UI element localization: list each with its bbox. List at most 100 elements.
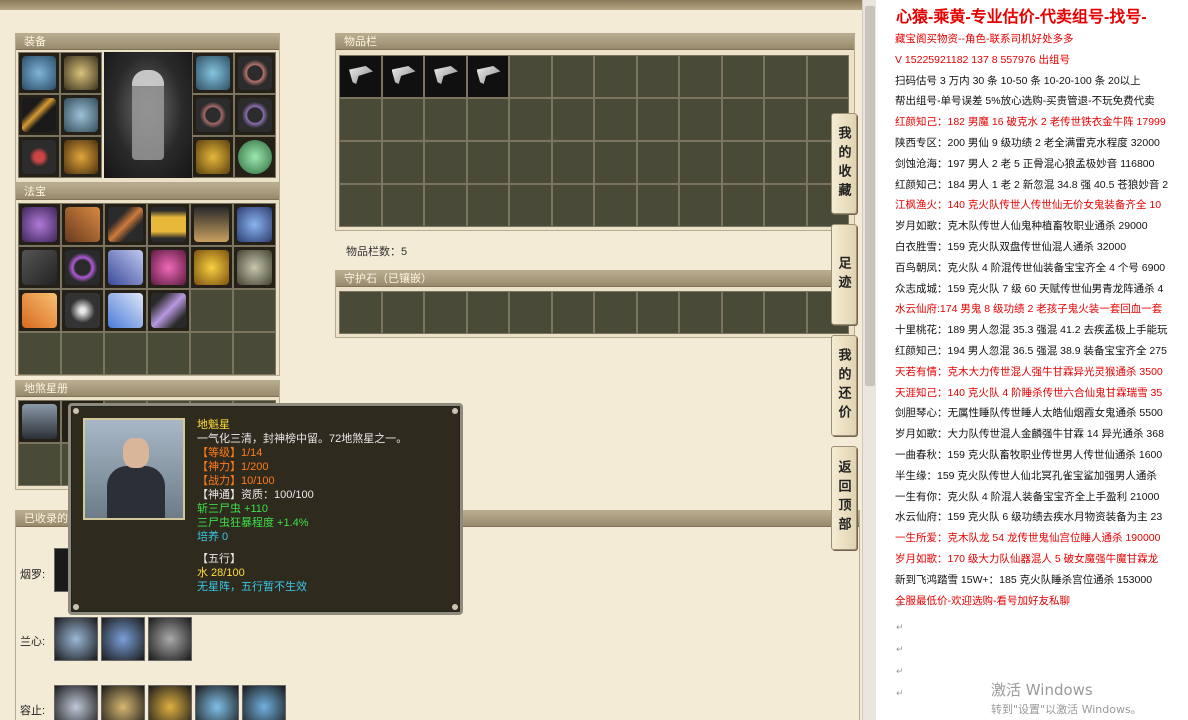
equip-slot-armor[interactable] (60, 94, 102, 136)
inventory-slot[interactable] (636, 98, 679, 141)
inventory-slot[interactable] (764, 55, 807, 98)
equip-slot-ring-2[interactable] (192, 94, 234, 136)
equip-slot-ring-1[interactable] (234, 52, 276, 94)
page-scrollbar[interactable] (862, 0, 876, 720)
inventory-slot[interactable] (594, 55, 637, 98)
inventory-item-4[interactable] (466, 55, 509, 98)
inventory-slot[interactable] (679, 184, 722, 227)
guardian-slot[interactable] (721, 291, 764, 334)
inventory-slot[interactable] (551, 55, 594, 98)
pet-slot[interactable] (101, 617, 145, 661)
scrollbar-thumb[interactable] (865, 6, 875, 386)
equip-slot-helmet[interactable] (18, 52, 60, 94)
guardian-slot[interactable] (424, 291, 467, 334)
inventory-slot[interactable] (466, 98, 509, 141)
inventory-slot[interactable] (594, 184, 637, 227)
guardian-slot[interactable] (381, 291, 424, 334)
inventory-slot[interactable] (466, 141, 509, 184)
fabao-slot-7[interactable] (18, 246, 61, 289)
fabao-slot-5[interactable] (190, 203, 233, 246)
pet-slot[interactable] (195, 685, 239, 720)
inventory-slot[interactable] (764, 184, 807, 227)
inventory-slot[interactable] (806, 55, 849, 98)
equip-slot-hat[interactable] (192, 52, 234, 94)
fabao-slot-20[interactable] (61, 332, 104, 375)
disha-slot-7[interactable] (18, 443, 61, 486)
fabao-slot-4[interactable] (147, 203, 190, 246)
fabao-slot-17[interactable] (190, 289, 233, 332)
pet-slot[interactable] (148, 685, 192, 720)
pet-slot[interactable] (54, 617, 98, 661)
footprint-button[interactable]: 足迹 (831, 224, 857, 325)
fabao-slot-8[interactable] (61, 246, 104, 289)
inventory-slot[interactable] (636, 55, 679, 98)
inventory-slot[interactable] (764, 141, 807, 184)
inventory-slot[interactable] (594, 98, 637, 141)
inventory-slot[interactable] (509, 184, 552, 227)
fabao-slot-1[interactable] (18, 203, 61, 246)
inventory-slot[interactable] (721, 55, 764, 98)
equip-slot-orb[interactable] (234, 136, 276, 178)
equip-slot-ring-3[interactable] (234, 94, 276, 136)
fabao-slot-13[interactable] (18, 289, 61, 332)
fabao-slot-11[interactable] (190, 246, 233, 289)
inventory-item-1[interactable] (339, 55, 382, 98)
fabao-slot-2[interactable] (61, 203, 104, 246)
guardian-slot[interactable] (339, 291, 382, 334)
equip-slot-belt[interactable] (192, 136, 234, 178)
fabao-slot-15[interactable] (104, 289, 147, 332)
guardian-slot[interactable] (466, 291, 509, 334)
guardian-slot[interactable] (551, 291, 594, 334)
back-to-top-button[interactable]: 返回顶部 (831, 446, 857, 550)
fabao-slot-21[interactable] (104, 332, 147, 375)
inventory-item-3[interactable] (424, 55, 467, 98)
inventory-slot[interactable] (424, 98, 467, 141)
fabao-slot-24[interactable] (233, 332, 276, 375)
inventory-slot[interactable] (466, 184, 509, 227)
fabao-slot-19[interactable] (18, 332, 61, 375)
inventory-slot[interactable] (679, 55, 722, 98)
guardian-slot[interactable] (636, 291, 679, 334)
inventory-slot[interactable] (594, 141, 637, 184)
fabao-slot-16[interactable] (147, 289, 190, 332)
inventory-slot[interactable] (636, 141, 679, 184)
guardian-slot[interactable] (679, 291, 722, 334)
equip-slot-sword[interactable] (18, 94, 60, 136)
inventory-slot[interactable] (381, 141, 424, 184)
my-counteroffer-button[interactable]: 我的还价 (831, 335, 857, 436)
inventory-slot[interactable] (721, 141, 764, 184)
pet-slot[interactable] (242, 685, 286, 720)
inventory-slot[interactable] (551, 98, 594, 141)
inventory-slot[interactable] (551, 141, 594, 184)
equip-slot-boots[interactable] (60, 136, 102, 178)
guardian-slot[interactable] (509, 291, 552, 334)
pet-slot[interactable] (101, 685, 145, 720)
fabao-slot-9[interactable] (104, 246, 147, 289)
disha-slot-1[interactable] (18, 400, 61, 443)
fabao-slot-14[interactable] (61, 289, 104, 332)
inventory-slot[interactable] (509, 141, 552, 184)
my-favorites-button[interactable]: 我的收藏 (831, 113, 857, 214)
inventory-slot[interactable] (509, 55, 552, 98)
inventory-slot[interactable] (679, 141, 722, 184)
equip-slot-weapon-alt[interactable] (60, 52, 102, 94)
fabao-slot-18[interactable] (233, 289, 276, 332)
inventory-slot[interactable] (339, 98, 382, 141)
inventory-slot[interactable] (424, 184, 467, 227)
inventory-slot[interactable] (721, 98, 764, 141)
inventory-slot[interactable] (381, 98, 424, 141)
inventory-slot[interactable] (679, 98, 722, 141)
guardian-slot[interactable] (764, 291, 807, 334)
equip-slot-necklace[interactable] (18, 136, 60, 178)
inventory-slot[interactable] (339, 184, 382, 227)
fabao-slot-22[interactable] (147, 332, 190, 375)
pet-slot[interactable] (54, 685, 98, 720)
inventory-slot[interactable] (424, 141, 467, 184)
inventory-slot[interactable] (551, 184, 594, 227)
inventory-slot[interactable] (381, 184, 424, 227)
fabao-slot-3[interactable] (104, 203, 147, 246)
inventory-slot[interactable] (339, 141, 382, 184)
fabao-slot-6[interactable] (233, 203, 276, 246)
inventory-slot[interactable] (721, 184, 764, 227)
fabao-slot-23[interactable] (190, 332, 233, 375)
